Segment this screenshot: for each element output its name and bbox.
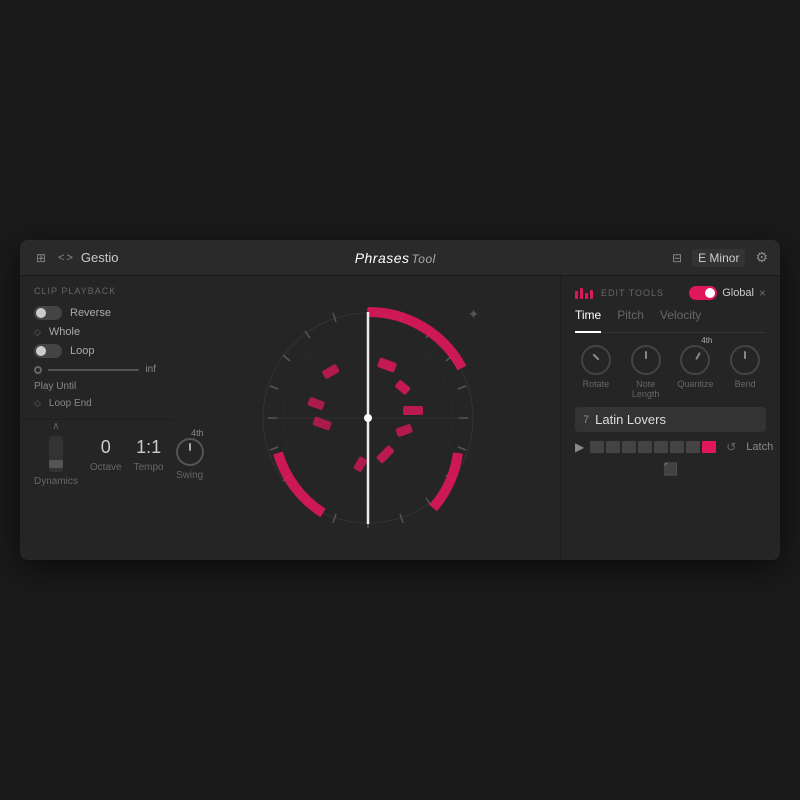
reverse-row: Reverse — [34, 306, 156, 320]
edit-tools-label: EDIT TOOLS — [601, 288, 664, 298]
whole-label: Whole — [49, 326, 80, 338]
dynamics-col: ∧ Dynamics — [34, 422, 78, 487]
seq-block-5[interactable] — [654, 441, 668, 453]
tool-quantize: 4th Quantize — [675, 345, 717, 399]
tab-pitch[interactable]: Pitch — [617, 308, 644, 326]
tempo-value[interactable]: 1:1 — [136, 437, 161, 458]
global-label: Global — [722, 287, 754, 299]
loop-row: Loop — [34, 344, 156, 358]
octave-label: Octave — [90, 462, 122, 473]
global-toggle-switch[interactable] — [689, 286, 717, 300]
loop-end-row: ◇ Loop End — [34, 398, 156, 409]
nav-back-button[interactable]: < — [58, 252, 64, 264]
dynamics-fader[interactable] — [49, 436, 63, 472]
reverse-toggle[interactable] — [34, 306, 62, 320]
note-length-label: Note Length — [625, 379, 667, 399]
settings-icon[interactable]: ⚙ — [755, 249, 768, 266]
dynamics-up-icon[interactable]: ∧ — [52, 422, 59, 432]
nav-forward-button[interactable]: > — [66, 252, 72, 264]
slider-dot — [34, 366, 42, 374]
quantize-knob[interactable]: 4th — [680, 345, 710, 375]
header-bar: ⊞ < > Gestio PhrasesTool ⊟ E Minor ⚙ — [20, 240, 780, 276]
left-panel: CLIP PLAYBACK Reverse ◇ Whole — [20, 276, 170, 419]
whole-knob[interactable]: ◇ — [34, 327, 41, 338]
loop-label: Loop — [70, 345, 94, 357]
loop-end-knob[interactable]: ◇ — [34, 398, 41, 409]
save-icon[interactable]: ⬛ — [663, 462, 678, 476]
clip-playback-label: CLIP PLAYBACK — [34, 286, 156, 296]
app-title: PhrasesTool — [355, 250, 436, 266]
plugin-window: ⊞ < > Gestio PhrasesTool ⊟ E Minor ⚙ CLI… — [20, 240, 780, 560]
rotate-knob[interactable] — [581, 345, 611, 375]
bend-knob[interactable] — [730, 345, 760, 375]
seq-block-8[interactable] — [702, 441, 716, 453]
tool-rotate: Rotate — [575, 345, 617, 399]
tool-bend: Bend — [724, 345, 766, 399]
quantize-4th: 4th — [701, 336, 712, 345]
rotate-label: Rotate — [583, 379, 610, 389]
play-until-label: Play Until — [34, 381, 76, 392]
center-panel: ✦ — [175, 276, 560, 560]
reverse-label: Reverse — [70, 307, 111, 319]
global-toggle: Global × — [689, 286, 766, 300]
seq-blocks — [590, 441, 716, 453]
slider-value: inf — [145, 364, 156, 375]
slider-track[interactable] — [48, 369, 139, 371]
key-icon: ⊟ — [672, 251, 682, 265]
slider-row: inf — [34, 364, 156, 375]
seq-block-6[interactable] — [670, 441, 684, 453]
save-row: ⬛ — [575, 462, 766, 476]
playback-row: ▶ ↺ Latch — [575, 440, 766, 454]
header-left: ⊞ < > Gestio — [32, 249, 118, 267]
header-center: PhrasesTool — [118, 250, 672, 266]
latch-label[interactable]: Latch — [746, 441, 773, 453]
quantize-label: Quantize — [677, 379, 713, 389]
play-until-row: Play Until — [34, 381, 156, 392]
edit-tools-icon — [575, 288, 593, 299]
tab-time[interactable]: Time — [575, 308, 601, 333]
seq-block-2[interactable] — [606, 441, 620, 453]
app-title-tool: Tool — [412, 252, 436, 266]
global-close-icon[interactable]: × — [759, 286, 766, 300]
bend-label: Bend — [735, 379, 756, 389]
edit-tools-header: EDIT TOOLS Global × — [575, 286, 766, 300]
seq-block-3[interactable] — [622, 441, 636, 453]
note-length-knob[interactable] — [631, 345, 661, 375]
header-right: ⊟ E Minor ⚙ — [672, 249, 768, 267]
play-button[interactable]: ▶ — [575, 440, 584, 454]
dynamics-label: Dynamics — [34, 476, 78, 487]
app-title-italic: Phrases — [355, 250, 410, 266]
circle-svg — [248, 298, 488, 538]
instance-name: Gestio — [81, 250, 119, 265]
circle-gear-icon[interactable]: ✦ — [468, 306, 480, 323]
tempo-col: 1:1 Tempo — [134, 437, 164, 473]
preset-name: Latin Lovers — [595, 412, 666, 427]
left-section: CLIP PLAYBACK Reverse ◇ Whole — [20, 276, 175, 560]
octave-value[interactable]: 0 — [101, 437, 111, 458]
nav-grid-icon[interactable]: ⊞ — [32, 249, 50, 267]
seq-block-1[interactable] — [590, 441, 604, 453]
octave-col: 0 Octave — [90, 437, 122, 473]
seq-block-4[interactable] — [638, 441, 652, 453]
main-content: CLIP PLAYBACK Reverse ◇ Whole — [20, 276, 780, 560]
seq-block-7[interactable] — [686, 441, 700, 453]
preset-row[interactable]: 7 Latin Lovers — [575, 407, 766, 432]
tabs-row: Time Pitch Velocity — [575, 308, 766, 333]
tab-velocity[interactable]: Velocity — [660, 308, 701, 326]
loop-playback-icon[interactable]: ↺ — [726, 440, 736, 454]
tempo-label: Tempo — [134, 462, 164, 473]
bottom-controls: ∧ Dynamics 0 Octave 1:1 Tempo — [20, 419, 175, 489]
tools-grid: Rotate Note Length 4th Quantize — [575, 345, 766, 399]
preset-number: 7 — [583, 414, 589, 426]
whole-row: ◇ Whole — [34, 326, 156, 338]
right-panel: EDIT TOOLS Global × Time Pitch Velocity — [560, 276, 780, 560]
nav-arrows: < > — [58, 252, 73, 264]
key-value[interactable]: E Minor — [692, 249, 745, 267]
circle-visualizer: ✦ — [248, 298, 488, 538]
loop-end-label: Loop End — [49, 398, 92, 409]
tool-note-length: Note Length — [625, 345, 667, 399]
loop-toggle[interactable] — [34, 344, 62, 358]
